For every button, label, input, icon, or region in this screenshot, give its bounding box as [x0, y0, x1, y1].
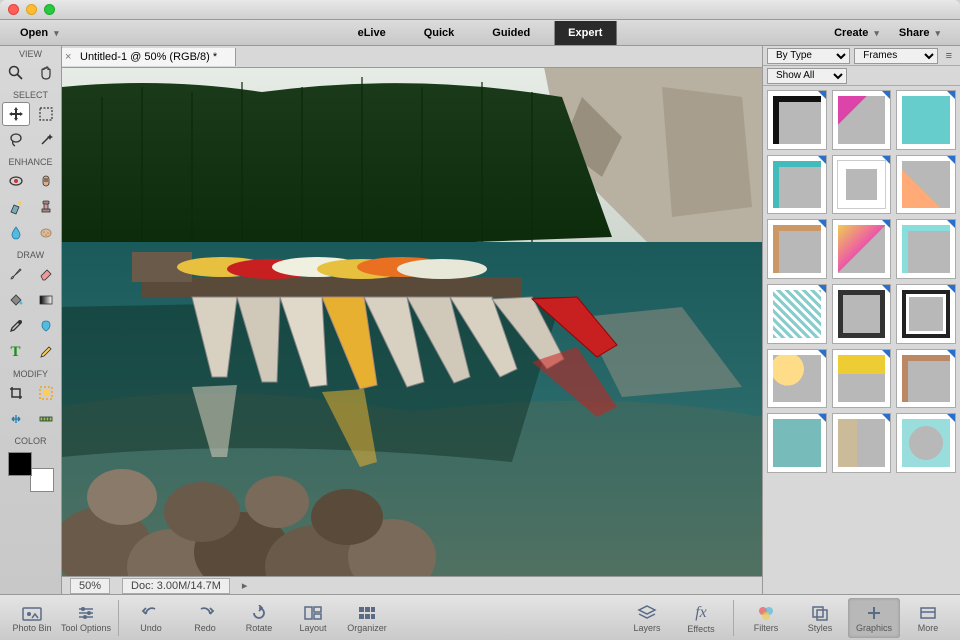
move-tool[interactable]: [2, 102, 30, 126]
layout-button[interactable]: Layout: [287, 598, 339, 638]
frame-thumbnail[interactable]: [767, 219, 827, 279]
tab-quick[interactable]: Quick: [410, 21, 469, 45]
sponge-tool[interactable]: [32, 221, 60, 245]
content-move-tool[interactable]: [2, 407, 30, 431]
frame-thumbnail[interactable]: [896, 349, 956, 409]
open-menu[interactable]: Open: [12, 24, 67, 42]
layers-button[interactable]: Layers: [621, 598, 673, 638]
traffic-lights: [8, 4, 55, 15]
effects-button[interactable]: fxEffects: [675, 598, 727, 638]
frame-thumbnail[interactable]: [832, 219, 892, 279]
mode-tabs: eLive Quick Guided Expert: [344, 21, 617, 45]
photobin-button[interactable]: Photo Bin: [6, 598, 58, 638]
zoom-level[interactable]: 50%: [70, 578, 110, 594]
frame-thumbnail[interactable]: [767, 413, 827, 473]
toolbox-section-enhance: ENHANCE: [8, 157, 52, 167]
hand-tool[interactable]: [32, 61, 60, 85]
organizer-button[interactable]: Organizer: [341, 598, 393, 638]
crop-tool[interactable]: [2, 381, 30, 405]
gradient-tool[interactable]: [32, 288, 60, 312]
toolbox: VIEW SELECT ENHANCE DRAW: [0, 46, 62, 594]
maximize-icon[interactable]: [44, 4, 55, 15]
filter-select[interactable]: Show All: [767, 68, 847, 84]
zoom-tool[interactable]: [2, 61, 30, 85]
frame-thumbnail[interactable]: [832, 413, 892, 473]
doc-size: Doc: 3.00M/14.7M: [122, 578, 230, 594]
foreground-color-swatch[interactable]: [8, 452, 32, 476]
window-titlebar: [0, 0, 960, 20]
frame-thumbnail[interactable]: [832, 349, 892, 409]
tab-elive[interactable]: eLive: [344, 21, 400, 45]
background-color-swatch[interactable]: [30, 468, 54, 492]
menubar: Open eLive Quick Guided Expert Create Sh…: [0, 20, 960, 46]
toolbox-section-draw: DRAW: [17, 250, 44, 260]
status-bar: 50% Doc: 3.00M/14.7M ▸: [62, 576, 762, 594]
workspace: VIEW SELECT ENHANCE DRAW: [0, 46, 960, 594]
graphics-thumbnails[interactable]: [763, 86, 960, 594]
magic-wand-tool[interactable]: [32, 128, 60, 152]
redeye-tool[interactable]: [2, 169, 30, 193]
frame-thumbnail[interactable]: [767, 90, 827, 150]
eyedropper-tool[interactable]: [2, 314, 30, 338]
eraser-tool[interactable]: [32, 262, 60, 286]
toolbox-section-view: VIEW: [19, 49, 42, 59]
marquee-tool[interactable]: [32, 102, 60, 126]
tooloptions-button[interactable]: Tool Options: [60, 598, 112, 638]
frame-thumbnail[interactable]: [896, 413, 956, 473]
document-tab[interactable]: × Untitled-1 @ 50% (RGB/8) *: [62, 48, 236, 66]
filters-button[interactable]: Filters: [740, 598, 792, 638]
frame-thumbnail[interactable]: [832, 284, 892, 344]
pencil-tool[interactable]: [32, 340, 60, 364]
frame-thumbnail[interactable]: [767, 349, 827, 409]
more-button[interactable]: More: [902, 598, 954, 638]
document-image: [62, 68, 762, 576]
status-caret-icon[interactable]: ▸: [242, 579, 248, 592]
undo-button[interactable]: Undo: [125, 598, 177, 638]
blur-tool[interactable]: [2, 221, 30, 245]
tab-guided[interactable]: Guided: [478, 21, 544, 45]
frame-thumbnail[interactable]: [832, 155, 892, 215]
frame-thumbnail[interactable]: [767, 284, 827, 344]
paint-bucket-tool[interactable]: [2, 288, 30, 312]
graphics-panel: By Type Frames ≡ Show All: [762, 46, 960, 594]
category-select[interactable]: Frames: [854, 48, 937, 64]
frame-thumbnail[interactable]: [832, 90, 892, 150]
minimize-icon[interactable]: [26, 4, 37, 15]
share-menu[interactable]: Share: [891, 24, 948, 42]
document-tabs: × Untitled-1 @ 50% (RGB/8) *: [62, 46, 762, 68]
graphics-button[interactable]: Graphics: [848, 598, 900, 638]
toolbox-section-select: SELECT: [13, 90, 48, 100]
color-swatches[interactable]: [8, 452, 54, 492]
toolbox-section-modify: MODIFY: [13, 369, 48, 379]
frame-thumbnail[interactable]: [896, 219, 956, 279]
taskbar: Photo Bin Tool Options Undo Redo Rotate …: [0, 594, 960, 640]
close-tab-icon[interactable]: ×: [60, 51, 76, 63]
redo-button[interactable]: Redo: [179, 598, 231, 638]
frame-thumbnail[interactable]: [767, 155, 827, 215]
create-menu[interactable]: Create: [826, 24, 887, 42]
canvas[interactable]: [62, 68, 762, 576]
recompose-tool[interactable]: [32, 381, 60, 405]
rotate-button[interactable]: Rotate: [233, 598, 285, 638]
lasso-tool[interactable]: [2, 128, 30, 152]
frame-thumbnail[interactable]: [896, 155, 956, 215]
frame-thumbnail[interactable]: [896, 284, 956, 344]
smart-brush-tool[interactable]: [2, 195, 30, 219]
panel-menu-icon[interactable]: ≡: [942, 50, 956, 62]
canvas-column: × Untitled-1 @ 50% (RGB/8) *: [62, 46, 762, 594]
document-title: Untitled-1 @ 50% (RGB/8) *: [80, 51, 217, 63]
frame-thumbnail[interactable]: [896, 90, 956, 150]
clone-stamp-tool[interactable]: [32, 195, 60, 219]
sort-select[interactable]: By Type: [767, 48, 850, 64]
brush-tool[interactable]: [2, 262, 30, 286]
text-tool[interactable]: T: [2, 340, 30, 364]
custom-shape-tool[interactable]: [32, 314, 60, 338]
straighten-tool[interactable]: [32, 407, 60, 431]
spot-heal-tool[interactable]: [32, 169, 60, 193]
tab-expert[interactable]: Expert: [554, 21, 616, 45]
close-icon[interactable]: [8, 4, 19, 15]
toolbox-section-color: COLOR: [14, 436, 46, 446]
styles-button[interactable]: Styles: [794, 598, 846, 638]
